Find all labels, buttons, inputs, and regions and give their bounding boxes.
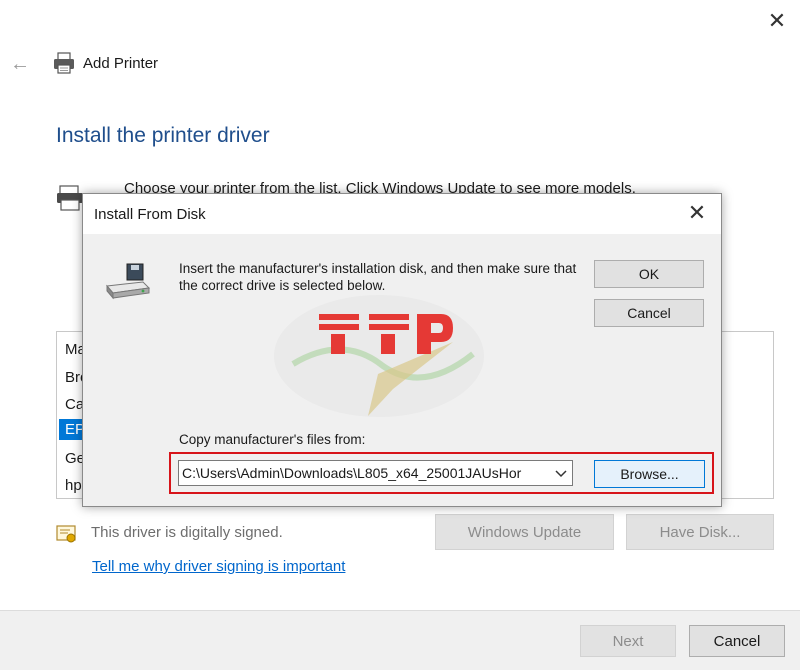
cancel-button[interactable]: Cancel (689, 625, 785, 657)
copy-from-label: Copy manufacturer's files from: (179, 432, 366, 447)
certificate-icon (56, 525, 76, 543)
dialog-close-icon[interactable]: ✕ (685, 201, 709, 225)
signed-text: This driver is digitally signed. (91, 524, 283, 541)
ttp-logo-watermark (274, 295, 484, 417)
dialog-titlebar: Install From Disk ✕ (83, 194, 721, 234)
install-from-disk-dialog: Install From Disk ✕ Insert the manufactu… (82, 193, 722, 507)
dialog-message: Insert the manufacturer's installation d… (179, 261, 577, 293)
have-disk-button[interactable]: Have Disk... (626, 514, 774, 550)
next-button[interactable]: Next (580, 625, 676, 657)
page-heading: Install the printer driver (56, 124, 270, 147)
copy-from-path-combobox[interactable]: C:\Users\Admin\Downloads\L805_x64_25001J… (178, 460, 573, 486)
printer-icon (54, 52, 74, 74)
wizard-footer (0, 610, 800, 670)
list-item[interactable]: hp (65, 477, 82, 494)
browse-button[interactable]: Browse... (594, 460, 705, 488)
driver-signing-link[interactable]: Tell me why driver signing is important (92, 558, 345, 575)
wizard-title: Add Printer (83, 55, 159, 72)
back-arrow-icon[interactable]: ← (10, 53, 30, 76)
ok-button[interactable]: OK (594, 260, 704, 288)
path-value: C:\Users\Admin\Downloads\L805_x64_25001J… (182, 465, 522, 481)
wizard-close-icon[interactable]: ✕ (766, 10, 788, 32)
disk-drive-icon (106, 263, 151, 300)
chevron-down-icon[interactable] (554, 465, 568, 481)
dialog-cancel-button[interactable]: Cancel (594, 299, 704, 327)
windows-update-button[interactable]: Windows Update (435, 514, 614, 550)
dialog-title: Install From Disk (94, 206, 206, 223)
